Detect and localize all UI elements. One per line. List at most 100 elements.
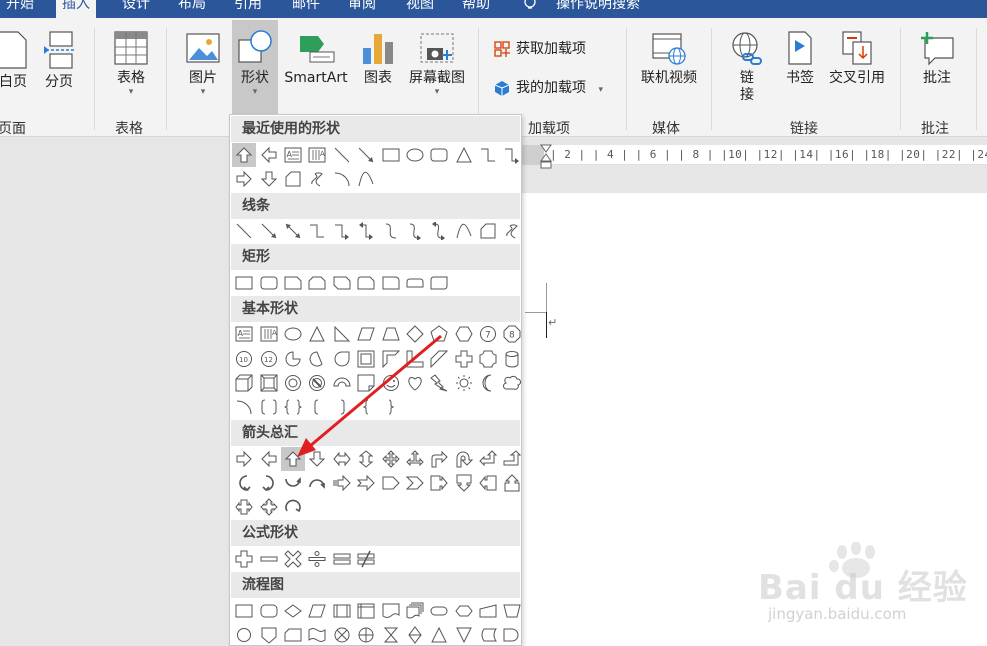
no-symbol-shape[interactable]: [305, 371, 329, 395]
pentagon-arrow-shape[interactable]: [378, 471, 402, 495]
flowchart-data-shape[interactable]: [305, 599, 329, 623]
flowchart-offpage-connector-shape[interactable]: [256, 623, 280, 646]
arrow-up-down-shape[interactable]: [354, 447, 378, 471]
chevron-shape[interactable]: [403, 471, 427, 495]
frame-shape[interactable]: [354, 347, 378, 371]
new-comment-button[interactable]: 批注: [914, 30, 960, 87]
octagon-shape[interactable]: 8: [500, 322, 524, 346]
teardrop-shape[interactable]: [330, 347, 354, 371]
oval-shape[interactable]: [281, 322, 305, 346]
arrow-quad-shape[interactable]: [378, 447, 402, 471]
bookmark-button[interactable]: 书签: [782, 30, 818, 87]
cloud-shape[interactable]: [500, 371, 524, 395]
arrow-curved-down-shape[interactable]: [305, 471, 329, 495]
line-shape[interactable]: [330, 143, 354, 167]
tab-review[interactable]: 审阅: [348, 0, 376, 18]
curved-double-arrow-connector-shape[interactable]: [427, 219, 451, 243]
flowchart-merge-shape[interactable]: [452, 623, 476, 646]
flowchart-manual-input-shape[interactable]: [476, 599, 500, 623]
sun-shape[interactable]: [452, 371, 476, 395]
math-divide-shape[interactable]: [305, 547, 329, 571]
double-bracket-shape[interactable]: [256, 395, 280, 419]
snip-round-rectangle-shape[interactable]: [354, 271, 378, 295]
text-box-shape[interactable]: A: [281, 143, 305, 167]
arrow-bent-shape[interactable]: [427, 447, 451, 471]
flowchart-alternate-process-shape[interactable]: [256, 599, 280, 623]
bevel-shape[interactable]: [256, 371, 280, 395]
online-video-button[interactable]: 联机视频: [636, 30, 702, 87]
arrow-bent-up-shape[interactable]: [500, 447, 524, 471]
elbow-arrow-connector-shape[interactable]: [330, 219, 354, 243]
callout-arrow-down-shape[interactable]: [452, 471, 476, 495]
flowchart-connector-shape[interactable]: [232, 623, 256, 646]
tab-layout[interactable]: 布局: [178, 0, 206, 18]
curved-arrow-connector-shape[interactable]: [403, 219, 427, 243]
freeform-shape[interactable]: [281, 167, 305, 191]
flowchart-manual-operation-shape[interactable]: [500, 599, 524, 623]
decagon-shape[interactable]: 10: [232, 347, 256, 371]
line-arrow-shape[interactable]: [256, 219, 280, 243]
curved-connector-shape[interactable]: [378, 219, 402, 243]
get-addins-button[interactable]: 获取加载项: [494, 40, 586, 58]
flowchart-summing-junction-shape[interactable]: [330, 623, 354, 646]
heptagon-shape[interactable]: 7: [476, 322, 500, 346]
table-button[interactable]: 表格 ▾: [108, 30, 154, 97]
plaque-shape[interactable]: [476, 347, 500, 371]
arrow-down-shape[interactable]: [256, 167, 280, 191]
tab-help[interactable]: 帮助: [462, 0, 490, 18]
vertical-text-box-shape[interactable]: A: [256, 322, 280, 346]
math-multiply-shape[interactable]: [281, 547, 305, 571]
flowchart-punched-tape-shape[interactable]: [305, 623, 329, 646]
blank-page-button[interactable]: 白页: [0, 30, 32, 91]
triangle-shape[interactable]: [305, 322, 329, 346]
arrow-left-shape[interactable]: [256, 447, 280, 471]
elbow-connector-shape[interactable]: [305, 219, 329, 243]
chord-shape[interactable]: [305, 347, 329, 371]
flowchart-document-shape[interactable]: [378, 599, 402, 623]
freeform-shape[interactable]: [476, 219, 500, 243]
tab-mailings[interactable]: 邮件: [292, 0, 320, 18]
flowchart-internal-storage-shape[interactable]: [354, 599, 378, 623]
flowchart-card-shape[interactable]: [281, 623, 305, 646]
callout-arrow-up-shape[interactable]: [500, 471, 524, 495]
arrow-curved-left-shape[interactable]: [256, 471, 280, 495]
moon-shape[interactable]: [476, 371, 500, 395]
triangle-shape[interactable]: [452, 143, 476, 167]
parallelogram-shape[interactable]: [354, 322, 378, 346]
page-break-button[interactable]: 分页: [40, 30, 78, 91]
elbow-arrow-connector-shape[interactable]: [500, 143, 524, 167]
pie-shape[interactable]: [281, 347, 305, 371]
left-bracket-shape[interactable]: [305, 395, 329, 419]
arrow-up-shape[interactable]: [232, 143, 257, 167]
arrow-left-shape[interactable]: [256, 143, 280, 167]
circular-arrow-shape[interactable]: [281, 495, 305, 519]
screenshot-button[interactable]: 屏幕截图 ▾: [404, 30, 470, 97]
vertical-text-box-shape[interactable]: A: [305, 143, 329, 167]
heart-shape[interactable]: [403, 371, 427, 395]
snip-diagonal-rectangle-shape[interactable]: [330, 271, 354, 295]
math-equal-shape[interactable]: [330, 547, 354, 571]
arrow-u-turn-shape[interactable]: [452, 447, 476, 471]
callout-arrow-right-shape[interactable]: [427, 471, 451, 495]
rounded-rectangle-shape[interactable]: [427, 143, 451, 167]
arrow-curved-right-shape[interactable]: [232, 471, 256, 495]
arrow-notched-right-shape[interactable]: [354, 471, 378, 495]
trapezoid-shape[interactable]: [378, 322, 402, 346]
flowchart-stored-data-shape[interactable]: [476, 623, 500, 646]
snip-corner-rectangle-shape[interactable]: [281, 271, 305, 295]
picture-button[interactable]: 图片 ▾: [180, 30, 226, 97]
round-same-side-rectangle-shape[interactable]: [403, 271, 427, 295]
callout-arrow-left-right-shape[interactable]: [232, 495, 256, 519]
callout-arrow-left-shape[interactable]: [476, 471, 500, 495]
line-shape[interactable]: [232, 219, 256, 243]
line-arrow-shape[interactable]: [354, 143, 378, 167]
callout-arrow-quad-shape[interactable]: [256, 495, 280, 519]
flowchart-preparation-shape[interactable]: [452, 599, 476, 623]
tab-insert[interactable]: 插入: [56, 0, 96, 18]
half-frame-shape[interactable]: [378, 347, 402, 371]
rectangle-shape[interactable]: [378, 143, 402, 167]
arrow-down-shape[interactable]: [305, 447, 329, 471]
cross-reference-button[interactable]: 交叉引用: [826, 30, 888, 87]
line-double-arrow-shape[interactable]: [281, 219, 305, 243]
my-addins-button[interactable]: 我的加载项 ▾: [494, 79, 603, 99]
